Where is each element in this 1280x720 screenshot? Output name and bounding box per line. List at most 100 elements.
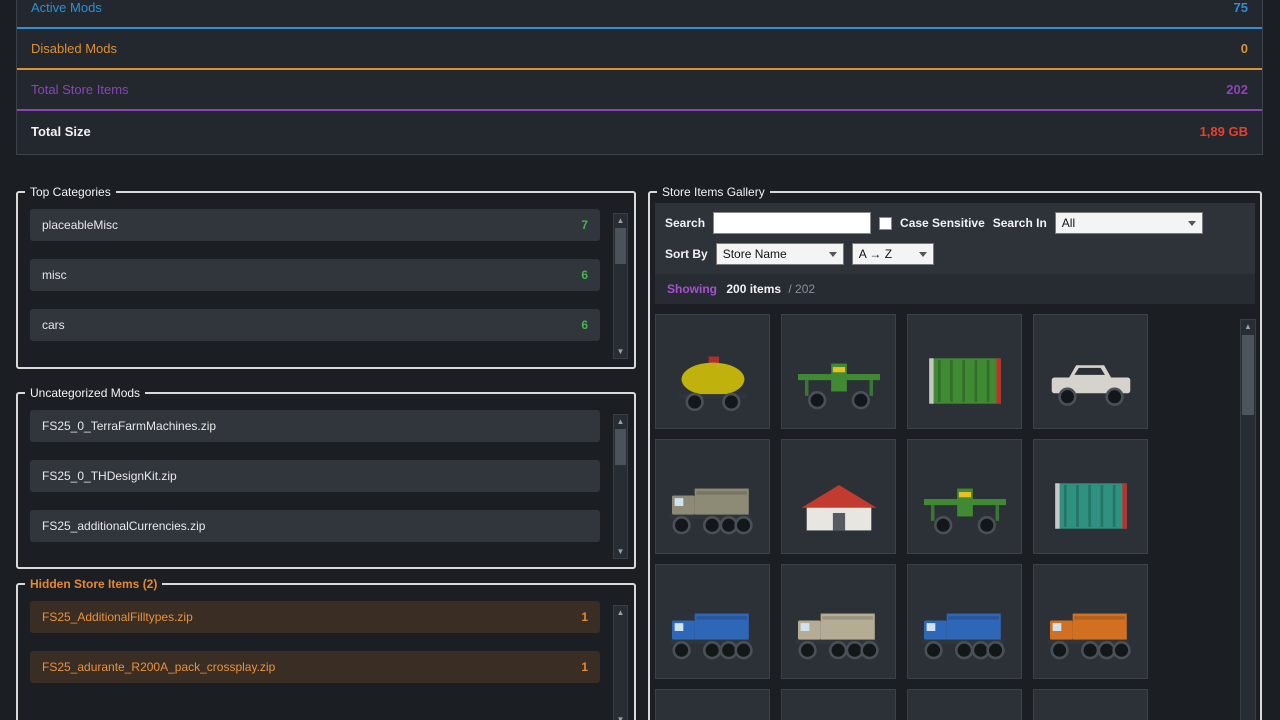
scroll-thumb[interactable] xyxy=(1242,335,1254,415)
store-item-tan-military-truck[interactable] xyxy=(781,564,896,679)
store-item-yellow-slurry-tanker[interactable] xyxy=(655,314,770,429)
total-size-label: Total Size xyxy=(31,124,91,139)
truck-thumbnail xyxy=(917,592,1013,670)
stats-rows: Active Mods75Disabled Mods0Total Store I… xyxy=(17,0,1262,111)
store-item-store-item-partial-1[interactable] xyxy=(655,689,770,720)
store-items-gallery-title: Store Items Gallery xyxy=(657,185,770,199)
item-name: misc xyxy=(42,268,67,282)
truck-thumbnail xyxy=(665,592,761,670)
chevron-down-icon xyxy=(829,252,837,257)
stat-label: Total Store Items xyxy=(31,82,129,97)
stat-value: 202 xyxy=(1226,82,1248,97)
scroll-up-icon[interactable]: ▲ xyxy=(614,606,627,619)
store-item-blue-dump-truck[interactable] xyxy=(907,564,1022,679)
status-showing-label: Showing xyxy=(667,282,717,296)
gallery-scrollbar[interactable]: ▲ ▼ xyxy=(1240,319,1256,720)
stat-row-active-mods: Active Mods75 xyxy=(17,0,1262,29)
hidden-store-items-groupbox: Hidden Store Items (2) FS25_AdditionalFi… xyxy=(16,577,636,720)
store-item-store-item-partial-4[interactable] xyxy=(1033,689,1148,720)
item-name: FS25_AdditionalFilltypes.zip xyxy=(42,610,193,624)
truck-thumbnail xyxy=(791,592,887,670)
scroll-thumb[interactable] xyxy=(615,228,626,264)
sort-by-label: Sort By xyxy=(665,247,708,261)
store-item-green-shipping-container[interactable] xyxy=(907,314,1022,429)
case-sensitive-checkbox[interactable] xyxy=(879,217,892,230)
sort-direction-dropdown[interactable]: A → Z xyxy=(852,243,934,265)
scroll-down-icon[interactable]: ▼ xyxy=(614,545,627,558)
hidden-store-items-list: FS25_AdditionalFilltypes.zip1FS25_aduran… xyxy=(30,601,600,683)
building-thumbnail xyxy=(791,467,887,545)
store-item-white-pickup-truck[interactable] xyxy=(1033,314,1148,429)
list-item-misc[interactable]: misc 6 xyxy=(30,259,600,291)
chevron-down-icon xyxy=(919,252,927,257)
tanker-thumbnail xyxy=(665,342,761,420)
top-categories-groupbox: Top Categories placeableMisc7misc6cars6 … xyxy=(16,185,636,369)
mod-manager-window: Active Mods75Disabled Mods0Total Store I… xyxy=(0,0,1280,720)
uncategorized-mods-list: FS25_0_TerraFarmMachines.zip FS25_0_THDes… xyxy=(30,410,600,542)
search-label: Search xyxy=(665,216,705,230)
item-count: 7 xyxy=(581,218,588,232)
implement-thumbnail xyxy=(791,342,887,420)
search-input[interactable] xyxy=(713,212,871,234)
stats-panel: Active Mods75Disabled Mods0Total Store I… xyxy=(16,0,1263,155)
item-count: 6 xyxy=(581,268,588,282)
container-thumbnail xyxy=(917,342,1013,420)
item-count: 6 xyxy=(581,318,588,332)
top-categories-scrollbar[interactable]: ▲ ▼ xyxy=(613,213,628,359)
store-item-blue-truck-orange-bed[interactable] xyxy=(1033,564,1148,679)
list-item-fs25-additionalfilltypes-zip[interactable]: FS25_AdditionalFilltypes.zip 1 xyxy=(30,601,600,633)
store-item-red-roof-farm-building[interactable] xyxy=(781,439,896,554)
list-item-placeablemisc[interactable]: placeableMisc 7 xyxy=(30,209,600,241)
gallery-status-bar: Showing 200 items / 202 xyxy=(655,274,1255,304)
scroll-up-icon[interactable]: ▲ xyxy=(614,415,627,428)
list-item-fs25-additionalcurrencies-zip[interactable]: FS25_additionalCurrencies.zip xyxy=(30,510,600,542)
status-item-count: 200 items xyxy=(726,282,781,296)
store-item-teal-storage-container[interactable] xyxy=(1033,439,1148,554)
list-item-fs25-adurante-r200a-pack-crossplay-zip[interactable]: FS25_adurante_R200A_pack_crossplay.zip 1 xyxy=(30,651,600,683)
sort-by-dropdown[interactable]: Store Name xyxy=(716,243,844,265)
implement-thumbnail xyxy=(917,467,1013,545)
stat-row-total-size: Total Size 1,89 GB xyxy=(17,111,1262,152)
truck-thumbnail xyxy=(665,467,761,545)
item-name: FS25_additionalCurrencies.zip xyxy=(42,519,205,533)
store-item-store-item-partial-2[interactable] xyxy=(781,689,896,720)
item-name: cars xyxy=(42,318,65,332)
store-item-military-flatbed-truck[interactable] xyxy=(655,439,770,554)
item-name: placeableMisc xyxy=(42,218,118,232)
uncategorized-mods-groupbox: Uncategorized Mods FS25_0_TerraFarmMachi… xyxy=(16,386,636,569)
item-count: 1 xyxy=(581,610,588,624)
container-thumbnail xyxy=(1043,467,1139,545)
store-item-green-field-sprayer[interactable] xyxy=(781,314,896,429)
status-total-count: / 202 xyxy=(788,282,815,296)
item-name: FS25_0_THDesignKit.zip xyxy=(42,469,177,483)
hidden-items-scrollbar[interactable]: ▲ ▼ xyxy=(613,605,628,720)
chevron-down-icon xyxy=(1188,221,1196,226)
stat-row-total-store-items: Total Store Items 202 xyxy=(17,70,1262,111)
search-in-dropdown[interactable]: All xyxy=(1055,212,1203,234)
store-items-grid xyxy=(655,314,1255,720)
store-item-blue-logging-truck[interactable] xyxy=(655,564,770,679)
case-sensitive-label: Case Sensitive xyxy=(900,216,985,230)
uncategorized-scrollbar[interactable]: ▲ ▼ xyxy=(613,414,628,559)
scroll-down-icon[interactable]: ▼ xyxy=(614,345,627,358)
total-size-value: 1,89 GB xyxy=(1200,124,1248,139)
store-items-gallery-groupbox: Store Items Gallery Search Case Sensitiv… xyxy=(648,185,1262,720)
truck-thumbnail xyxy=(1043,592,1139,670)
list-item-fs25-0-thdesignkit-zip[interactable]: FS25_0_THDesignKit.zip xyxy=(30,460,600,492)
sort-by-selected-value: Store Name xyxy=(723,247,787,261)
item-name: FS25_adurante_R200A_pack_crossplay.zip xyxy=(42,660,275,674)
scroll-up-icon[interactable]: ▲ xyxy=(614,214,627,227)
stat-label: Disabled Mods xyxy=(31,41,117,56)
item-count: 1 xyxy=(581,660,588,674)
sort-direction-selected-value: A → Z xyxy=(859,247,892,261)
scroll-thumb[interactable] xyxy=(615,429,626,465)
search-in-label: Search In xyxy=(993,216,1047,230)
store-item-store-item-partial-3[interactable] xyxy=(907,689,1022,720)
list-item-fs25-0-terrafarmmachines-zip[interactable]: FS25_0_TerraFarmMachines.zip xyxy=(30,410,600,442)
list-item-cars[interactable]: cars 6 xyxy=(30,309,600,341)
scroll-up-icon[interactable]: ▲ xyxy=(1241,320,1255,334)
store-item-green-auger-hopper[interactable] xyxy=(907,439,1022,554)
scroll-down-icon[interactable]: ▼ xyxy=(614,713,627,720)
top-categories-title: Top Categories xyxy=(25,185,116,199)
gallery-toolbar: Search Case Sensitive Search In All Sort… xyxy=(655,203,1255,274)
